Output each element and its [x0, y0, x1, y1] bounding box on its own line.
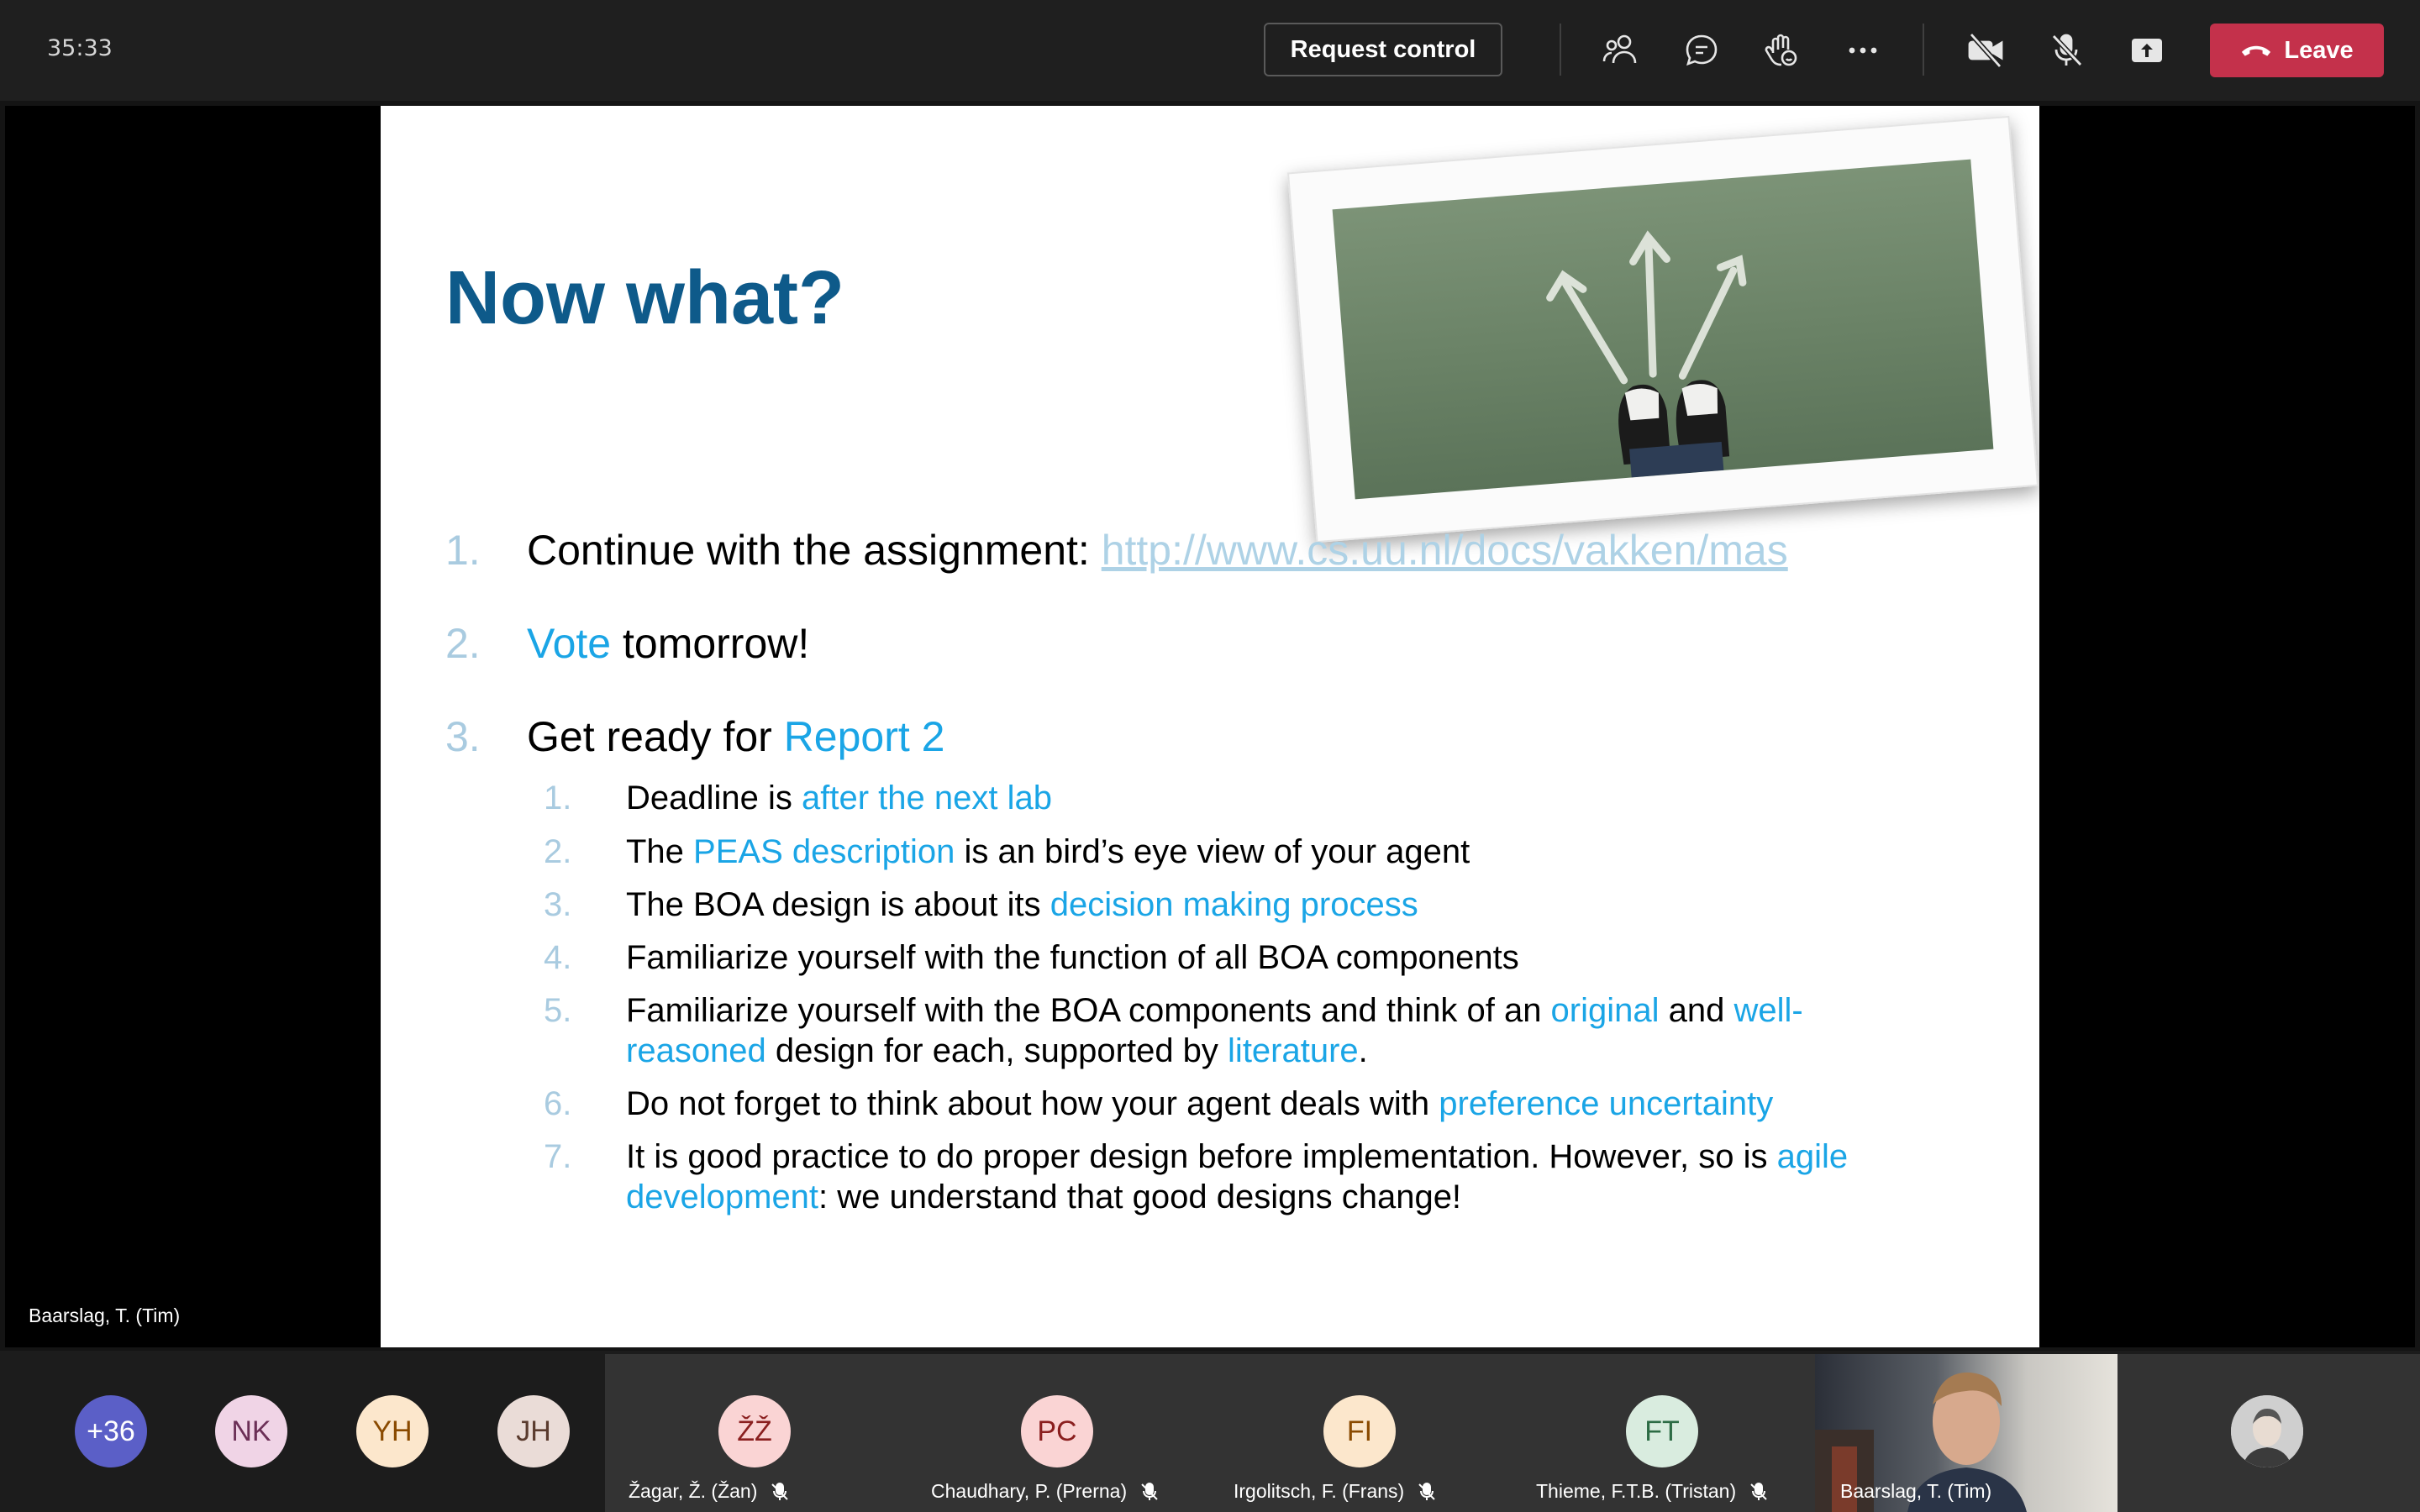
- people-icon[interactable]: [1597, 27, 1644, 74]
- avatar: NK: [215, 1395, 287, 1467]
- mic-off-icon: [1418, 1482, 1435, 1500]
- agenda-item-2: 2. Vote tomorrow!: [445, 620, 810, 667]
- raise-hand-icon[interactable]: [1759, 27, 1806, 74]
- participant-name: Žagar, Ž. (Žan): [629, 1480, 791, 1503]
- presentation-slide: Now what? 1. Continue with the assignment…: [381, 106, 2039, 1347]
- participant-name: Thieme, F.T.B. (Tristan): [1536, 1480, 1770, 1503]
- toolbar-divider: [1560, 24, 1561, 76]
- avatar: JH: [497, 1395, 570, 1467]
- assignment-link[interactable]: http://www.cs.uu.nl/docs/vakken/mas: [1102, 527, 1788, 574]
- mic-off-icon: [771, 1482, 789, 1500]
- chat-icon[interactable]: [1678, 27, 1725, 74]
- share-icon[interactable]: [2123, 27, 2170, 74]
- request-control-button[interactable]: Request control: [1264, 23, 1502, 76]
- participant-name: Baarslag, T. (Tim): [1840, 1480, 1992, 1502]
- camera-off-icon[interactable]: [1962, 27, 2009, 74]
- more-participants-button[interactable]: +36: [75, 1395, 147, 1467]
- avatar: YH: [356, 1395, 429, 1467]
- mic-off-icon: [1141, 1482, 1158, 1500]
- more-icon[interactable]: [1839, 27, 1886, 74]
- agenda-item-3: 3. Get ready for Report 2: [445, 713, 945, 760]
- phone-hangup-icon: [2242, 45, 2271, 56]
- mic-off-icon[interactable]: [2043, 27, 2090, 74]
- presenter-name-label: Baarslag, T. (Tim): [29, 1305, 181, 1326]
- avatar: [2231, 1395, 2303, 1467]
- avatar: FI: [1323, 1395, 1396, 1467]
- avatar: FT: [1626, 1395, 1698, 1467]
- avatar: PC: [1021, 1395, 1093, 1467]
- participant-name: Chaudhary, P. (Prerna): [931, 1480, 1160, 1503]
- agenda-item-1: 1. Continue with the assignment: http://w…: [445, 527, 1788, 574]
- slide-photo: [1286, 115, 2039, 543]
- slide-title: Now what?: [445, 256, 844, 340]
- avatar: ŽŽ: [718, 1395, 791, 1467]
- mic-off-icon: [1750, 1482, 1767, 1500]
- profile-photo: [2231, 1395, 2303, 1467]
- participant-name: Irgolitsch, F. (Frans): [1234, 1480, 1438, 1503]
- leave-button[interactable]: Leave: [2210, 24, 2384, 77]
- leave-label: Leave: [2284, 36, 2354, 64]
- meeting-timer: 35:33: [47, 35, 113, 61]
- toolbar-divider: [1923, 24, 1924, 76]
